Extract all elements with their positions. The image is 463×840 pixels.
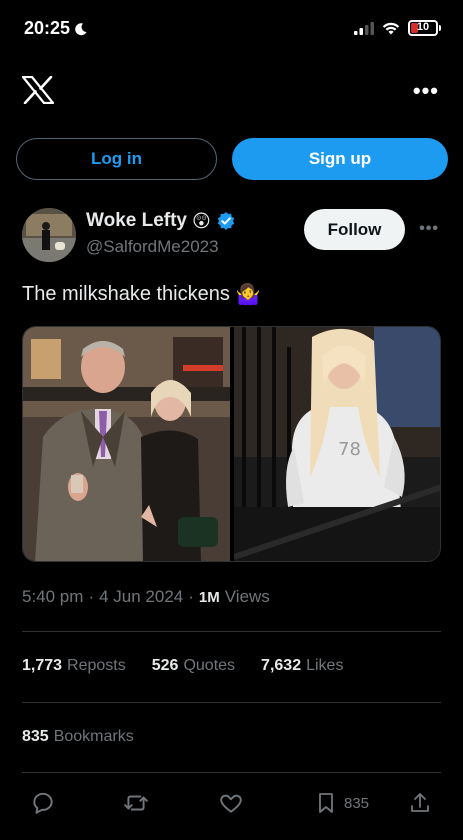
author-name[interactable]: Woke Lefty <box>86 210 187 232</box>
stat-likes[interactable]: 7,632 Likes <box>261 657 343 675</box>
stat-reposts[interactable]: 1,773 Reposts <box>22 657 126 675</box>
stat-number: 1,773 <box>22 657 63 674</box>
cellular-signal-icon <box>354 21 374 35</box>
photo-left[interactable] <box>23 327 230 561</box>
signup-button[interactable]: Sign up <box>232 138 448 180</box>
views-count: 1M <box>198 589 220 606</box>
moon-icon <box>75 22 87 35</box>
post-date[interactable]: 4 Jun 2024 <box>99 587 183 607</box>
stat-quotes[interactable]: 526 Quotes <box>152 657 235 675</box>
tweet-emoji: 🤷‍♀️ <box>235 284 261 306</box>
clock-text: 20:25 <box>24 18 71 38</box>
x-logo-icon[interactable] <box>22 76 54 104</box>
battery-level: 10 <box>416 21 430 33</box>
post-time[interactable]: 5:40 pm <box>22 587 83 607</box>
reply-icon <box>33 792 53 814</box>
login-button[interactable]: Log in <box>16 138 217 180</box>
divider <box>22 772 441 773</box>
heart-icon <box>220 794 242 813</box>
bookmark-count: 835 <box>344 794 370 812</box>
status-time: 20:25 <box>24 18 88 39</box>
stat-label: Quotes <box>183 657 236 674</box>
separator-dot: · <box>88 587 95 606</box>
stat-number: 526 <box>151 657 179 674</box>
stat-number: 7,632 <box>261 657 302 674</box>
stat-number: 835 <box>22 728 49 745</box>
svg-text:78: 78 <box>338 439 361 460</box>
like-button[interactable] <box>218 790 244 816</box>
views-label: Views <box>224 587 270 606</box>
stat-label: Bookmarks <box>53 728 134 745</box>
status-icons: 10 <box>354 20 441 36</box>
timestamp-row: 5:40 pm · 4 Jun 2024 · 1M Views <box>22 587 270 607</box>
more-options-icon[interactable]: ••• <box>413 78 439 104</box>
reply-button[interactable] <box>30 790 56 816</box>
battery-icon: 10 <box>408 20 441 36</box>
media-gallery[interactable]: 78 <box>22 326 441 562</box>
bookmark-button[interactable]: 835 <box>314 790 369 816</box>
repost-icon <box>124 795 148 811</box>
bookmark-icon <box>319 793 333 813</box>
share-button[interactable] <box>408 790 432 816</box>
wifi-icon <box>382 22 400 34</box>
engagement-stats: 1,773 Reposts 526 Quotes 7,632 Likes <box>22 657 343 675</box>
tweet-body: The milkshake thickens <box>22 283 230 305</box>
stat-bookmarks[interactable]: 835 Bookmarks <box>22 728 134 746</box>
status-bar: 20:25 10 <box>0 0 463 60</box>
avatar[interactable] <box>22 208 76 262</box>
tweet-text: The milkshake thickens 🤷‍♀️ <box>22 282 261 307</box>
author-emoji: 😲 <box>192 210 211 231</box>
share-icon <box>411 793 429 812</box>
stat-label: Likes <box>306 657 344 674</box>
divider <box>22 702 441 703</box>
stat-label: Reposts <box>67 657 126 674</box>
post-more-icon[interactable]: ••• <box>419 220 439 238</box>
follow-button[interactable]: Follow <box>304 209 405 250</box>
divider <box>22 631 441 632</box>
author-handle[interactable]: @SalfordMe2023 <box>86 237 219 257</box>
action-bar: 835 <box>0 784 463 824</box>
author-name-row: Woke Lefty 😲 <box>86 210 236 232</box>
photo-right[interactable]: 78 <box>234 327 440 561</box>
repost-button[interactable] <box>122 790 150 816</box>
separator-dot: · <box>188 587 194 606</box>
verified-badge-icon <box>217 212 234 230</box>
